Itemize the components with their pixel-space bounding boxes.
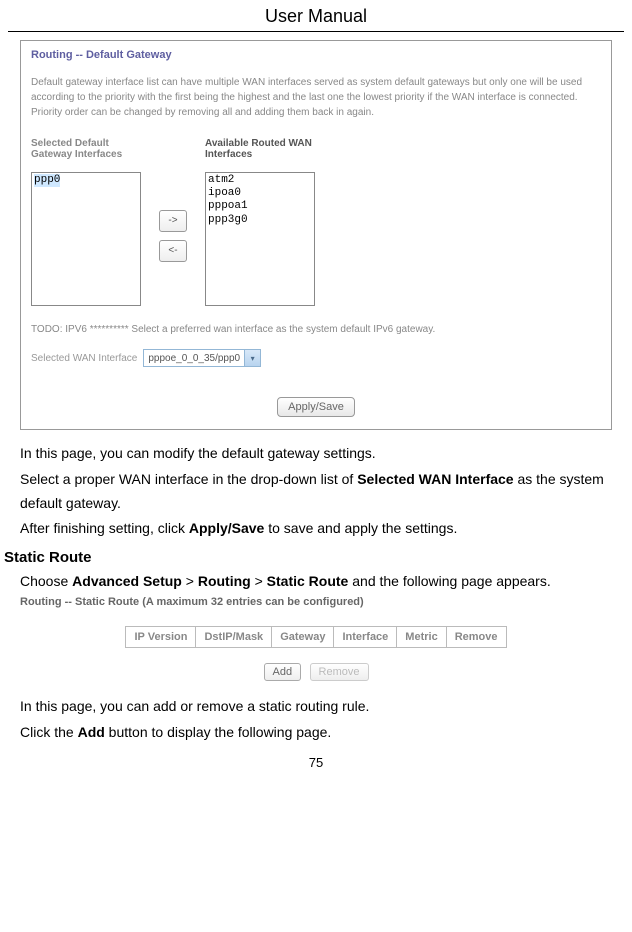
selected-wan-dropdown[interactable]: pppoe_0_0_35/ppp0 ▾ (143, 349, 261, 367)
available-interfaces-label: Available Routed WAN Interfaces (205, 138, 315, 166)
paragraph: Choose Advanced Setup > Routing > Static… (20, 570, 612, 594)
selected-wan-label: Selected WAN Interface (31, 353, 137, 364)
paragraph: In this page, you can add or remove a st… (20, 695, 612, 719)
panel-title: Routing -- Default Gateway (31, 49, 601, 61)
page-header: User Manual (8, 0, 624, 32)
list-item[interactable]: pppoa1 (208, 200, 312, 213)
static-route-table: IP Version DstIP/Mask Gateway Interface … (125, 626, 506, 648)
paragraph: After finishing setting, click Apply/Sav… (20, 517, 612, 541)
column-header: IP Version (126, 627, 196, 647)
move-right-button[interactable]: -> (159, 210, 187, 232)
static-route-heading: Static Route (4, 549, 628, 566)
column-header: Remove (447, 627, 506, 647)
ipv6-todo-text: TODO: IPV6 ********** Select a preferred… (31, 324, 601, 335)
static-route-title: Routing -- Static Route (A maximum 32 en… (20, 596, 612, 608)
column-header: Gateway (272, 627, 334, 647)
selected-interfaces-listbox[interactable]: ppp0 (31, 172, 141, 306)
apply-save-button[interactable]: Apply/Save (277, 397, 355, 417)
move-left-button[interactable]: <- (159, 240, 187, 262)
default-gateway-panel: Routing -- Default Gateway Default gatew… (20, 40, 612, 430)
selected-interfaces-column: Selected Default Gateway Interfaces ppp0 (31, 138, 141, 306)
panel-description: Default gateway interface list can have … (31, 75, 601, 120)
available-interfaces-listbox[interactable]: atm2 ipoa0 pppoa1 ppp3g0 (205, 172, 315, 306)
static-route-panel: Routing -- Static Route (A maximum 32 en… (20, 596, 612, 681)
list-item[interactable]: ppp0 (34, 174, 60, 187)
list-item[interactable]: ppp3g0 (208, 214, 312, 227)
paragraph: Click the Add button to display the foll… (20, 721, 612, 745)
column-header: Metric (397, 627, 446, 647)
page-number: 75 (0, 755, 632, 778)
column-header: DstIP/Mask (196, 627, 272, 647)
chevron-down-icon: ▾ (244, 350, 260, 366)
list-item[interactable]: atm2 (208, 174, 312, 187)
paragraph: Select a proper WAN interface in the dro… (20, 468, 612, 516)
add-button[interactable]: Add (264, 663, 302, 681)
remove-button[interactable]: Remove (310, 663, 369, 681)
selected-interfaces-label: Selected Default Gateway Interfaces (31, 138, 141, 166)
column-header: Interface (334, 627, 397, 647)
available-interfaces-column: Available Routed WAN Interfaces atm2 ipo… (205, 138, 315, 306)
paragraph: In this page, you can modify the default… (20, 442, 612, 466)
list-item[interactable]: ipoa0 (208, 187, 312, 200)
dropdown-value: pppoe_0_0_35/ppp0 (144, 353, 244, 364)
